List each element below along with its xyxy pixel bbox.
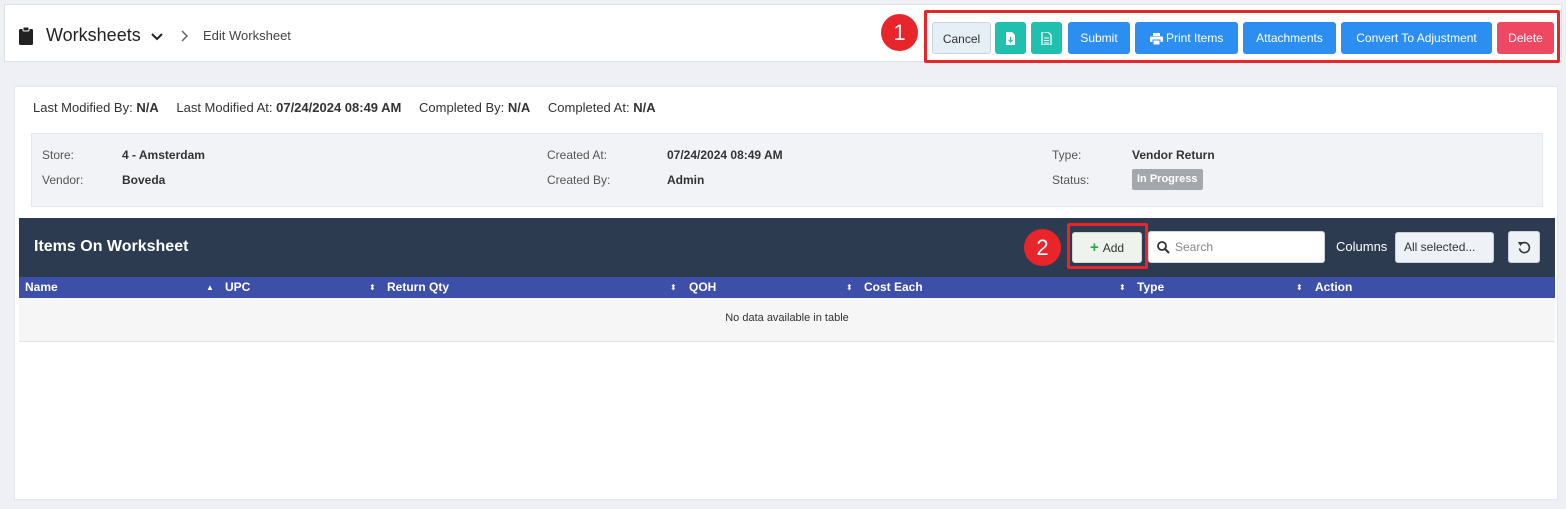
chevron-down-icon[interactable] [151,32,163,42]
column-header-name[interactable]: Name [25,277,58,298]
created-at-value: 07/24/2024 08:49 AM [667,148,783,162]
convert-to-adjustment-button[interactable]: Convert To Adjustment [1341,22,1492,54]
chevron-right-icon [181,30,189,42]
annotation-marker-1: 1 [881,14,918,51]
last-modified-by-label: Last Modified By: [33,100,133,115]
export-file-button[interactable] [995,22,1026,54]
type-label: Type: [1052,148,1082,162]
delete-button[interactable]: Delete [1497,22,1554,54]
completed-by-value: N/A [507,100,531,115]
submit-button[interactable]: Submit [1068,22,1130,54]
column-header-action: Action [1315,280,1353,294]
document-button[interactable] [1031,22,1062,54]
sort-icon[interactable]: ⬍ [1119,277,1126,298]
last-modified-at-label: Last Modified At: [176,100,273,115]
sort-icon[interactable]: ⬍ [369,277,376,298]
completed-by-label: Completed By: [419,100,505,115]
add-item-button[interactable]: + Add [1072,232,1142,263]
vendor-value: Boveda [122,173,166,187]
sort-icon[interactable]: ⬍ [1296,277,1303,298]
table-empty-row: No data available in table [19,298,1555,342]
completed-at-value: N/A [633,100,656,115]
table-header: Name ▲ UPC ⬍ Return Qty ⬍ QOH ⬍ Cost Eac… [19,277,1555,298]
column-header-qoh[interactable]: QOH [689,277,716,298]
column-header-return-qty[interactable]: Return Qty [387,277,449,298]
column-header-upc[interactable]: UPC [225,277,250,298]
modification-info: Last Modified By: N/A Last Modified At: … [33,100,656,115]
created-at-label: Created At: [547,148,608,162]
undo-icon [1518,241,1531,254]
sort-icon[interactable]: ⬍ [846,277,853,298]
printer-icon [1149,32,1163,46]
breadcrumb: Edit Worksheet [203,28,291,43]
file-export-icon [1006,32,1015,46]
attachments-button[interactable]: Attachments [1243,22,1336,54]
sort-icon[interactable]: ⬍ [670,277,677,298]
print-items-label: Print Items [1165,31,1224,45]
columns-label: Columns [1336,239,1388,254]
vendor-label: Vendor: [42,173,84,187]
print-items-button[interactable]: Print Items [1135,22,1238,54]
search-field[interactable] [1148,231,1325,263]
top-bar: Worksheets Edit Worksheet 1 Cancel Submi… [4,4,1562,63]
last-modified-at-value: 07/24/2024 08:49 AM [276,100,402,115]
columns-select[interactable]: All selected... [1395,232,1494,263]
document-icon [1041,31,1052,46]
plus-icon: + [1089,239,1099,256]
last-modified-by-value: N/A [136,100,159,115]
store-label: Store: [42,148,75,162]
annotation-marker-2: 2 [1024,229,1061,266]
items-title: Items On Worksheet [34,238,189,255]
created-by-value: Admin [667,173,705,187]
type-value: Vendor Return [1132,148,1215,162]
search-input[interactable] [1175,237,1320,257]
empty-table-message: No data available in table [725,312,849,324]
clipboard-icon [19,27,33,45]
sort-asc-icon[interactable]: ▲ [206,277,214,298]
add-label: Add [1102,241,1125,255]
search-icon [1157,241,1170,254]
worksheet-details: Store: 4 - Amsterdam Vendor: Boveda Crea… [31,133,1543,207]
store-value: 4 - Amsterdam [122,148,205,162]
status-badge: In Progress [1132,169,1203,190]
cancel-button[interactable]: Cancel [932,22,991,54]
completed-at-label: Completed At: [547,100,630,115]
items-header: Items On Worksheet 2 +Add Columns All se… [19,218,1555,277]
status-label: Status: [1052,173,1090,187]
worksheet-panel: Last Modified By: N/A Last Modified At: … [14,86,1558,500]
column-header-cost-each[interactable]: Cost Each [864,277,923,298]
page-title[interactable]: Worksheets [46,25,141,46]
reset-columns-button[interactable] [1508,231,1540,263]
created-by-label: Created By: [547,173,611,187]
column-header-type[interactable]: Type [1137,277,1164,298]
